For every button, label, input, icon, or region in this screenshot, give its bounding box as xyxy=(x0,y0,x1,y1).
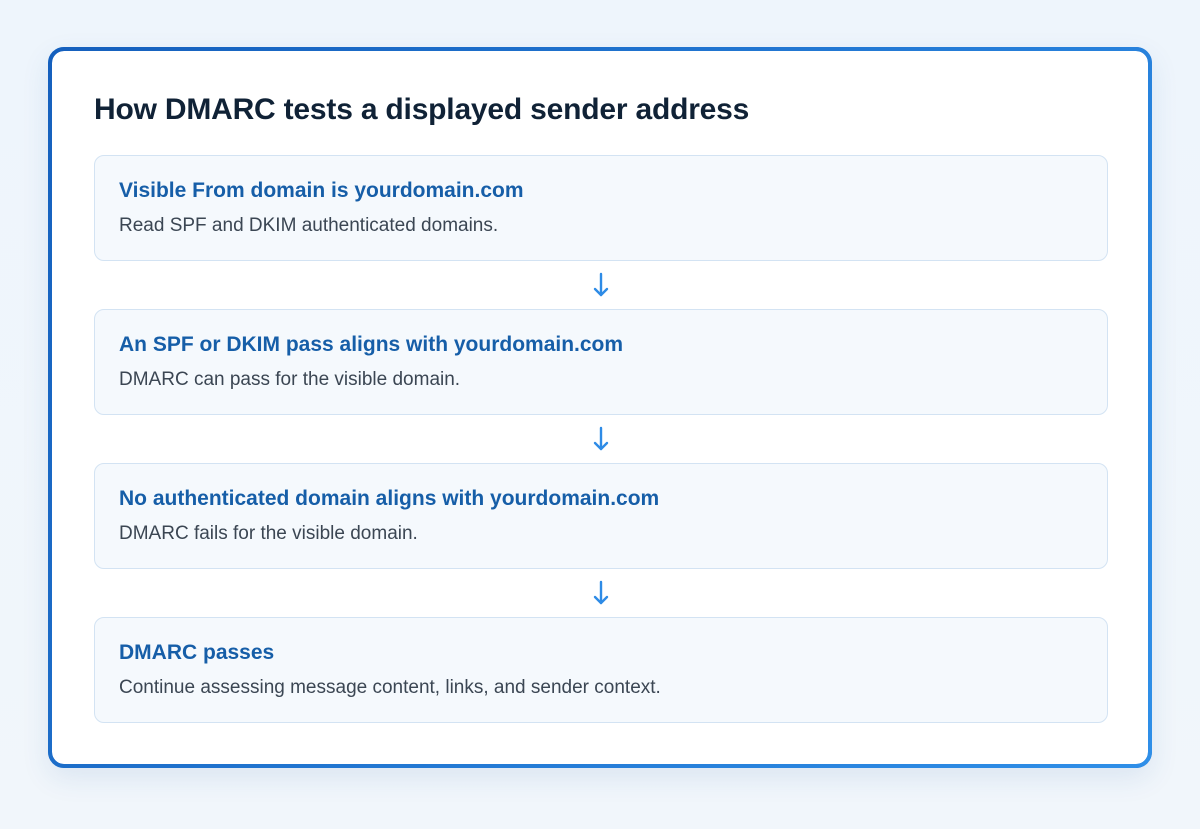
arrow-down-icon xyxy=(593,426,609,451)
step-heading: An SPF or DKIM pass aligns with yourdoma… xyxy=(119,333,624,356)
step-description: Continue assessing message content, link… xyxy=(119,677,661,698)
connector xyxy=(94,415,1108,463)
connector xyxy=(94,569,1108,617)
step-box-2: An SPF or DKIM pass aligns with yourdoma… xyxy=(94,309,1108,415)
step-box-3: No authenticated domain aligns with your… xyxy=(94,463,1108,569)
step-description: Read SPF and DKIM authenticated domains. xyxy=(119,215,499,236)
diagram-card: How DMARC tests a displayed sender addre… xyxy=(48,47,1152,768)
step-box-4: DMARC passes Continue assessing message … xyxy=(94,617,1108,723)
arrow-down-icon xyxy=(593,272,609,297)
arrow-down-icon xyxy=(593,580,609,605)
diagram-title: How DMARC tests a displayed sender addre… xyxy=(94,93,750,126)
flow-steps: Visible From domain is yourdomain.com Re… xyxy=(94,155,1108,723)
connector xyxy=(94,261,1108,309)
step-description: DMARC fails for the visible domain. xyxy=(119,523,418,544)
step-description: DMARC can pass for the visible domain. xyxy=(119,369,461,390)
step-heading: No authenticated domain aligns with your… xyxy=(119,487,660,510)
step-box-1: Visible From domain is yourdomain.com Re… xyxy=(94,155,1108,261)
step-heading: DMARC passes xyxy=(119,641,275,664)
step-heading: Visible From domain is yourdomain.com xyxy=(119,179,524,202)
